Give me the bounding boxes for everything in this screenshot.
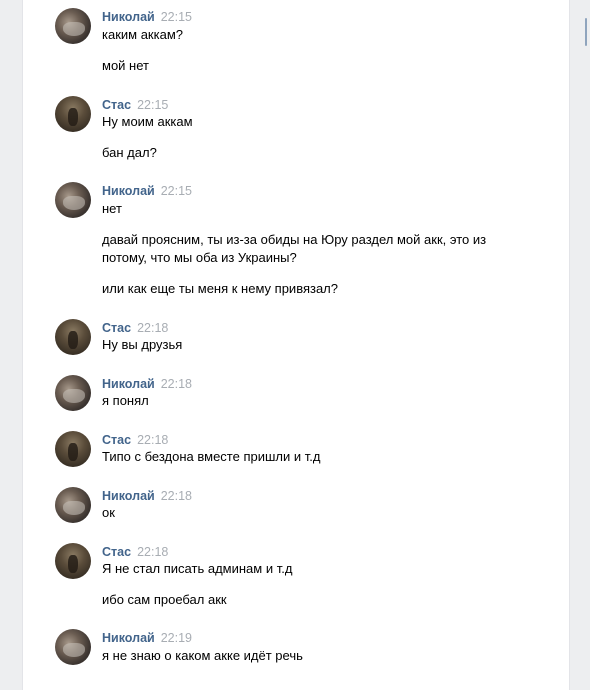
message-header: Стас 22:15 — [102, 97, 168, 113]
message-text: бан дал? — [102, 145, 157, 160]
message-time[interactable]: 22:18 — [137, 433, 168, 447]
message-time[interactable]: 22:15 — [161, 184, 192, 198]
message-header: Николай 22:15 — [102, 183, 192, 199]
message-text: давай проясним, ты из-за обиды на Юру ра… — [102, 232, 487, 265]
avatar[interactable] — [55, 8, 91, 44]
sender-name[interactable]: Николай — [102, 10, 155, 24]
sender-name[interactable]: Николай — [102, 489, 155, 503]
sender-name[interactable]: Николай — [102, 377, 155, 391]
message-text: Ну моим аккам — [102, 114, 193, 129]
message-text: я понял — [102, 393, 149, 408]
avatar[interactable] — [55, 543, 91, 579]
message-header: Стас 22:18 — [102, 320, 168, 336]
message-header: Стас 22:18 — [102, 432, 168, 448]
sender-name[interactable]: Стас — [102, 321, 131, 335]
sender-name[interactable]: Стас — [102, 98, 131, 112]
sender-name[interactable]: Стас — [102, 433, 131, 447]
sender-name[interactable]: Стас — [102, 545, 131, 559]
sender-name[interactable]: Николай — [102, 631, 155, 645]
avatar[interactable] — [55, 431, 91, 467]
message-header: Николай 22:19 — [102, 630, 192, 646]
message-header: Стас 22:18 — [102, 544, 168, 560]
avatar[interactable] — [55, 182, 91, 218]
sender-name[interactable]: Николай — [102, 184, 155, 198]
scrollbar-track[interactable] — [582, 0, 590, 690]
message-time[interactable]: 22:18 — [137, 545, 168, 559]
message-time[interactable]: 22:15 — [161, 10, 192, 24]
message-text: ок — [102, 505, 115, 520]
avatar[interactable] — [55, 629, 91, 665]
message-text: или как еще ты меня к нему привязал? — [102, 281, 338, 296]
message-text: каким аккам? — [102, 27, 183, 42]
message-time[interactable]: 22:18 — [137, 321, 168, 335]
avatar[interactable] — [55, 487, 91, 523]
message-text: ибо сам проебал акк — [102, 592, 227, 607]
message-text: я не знаю о каком акке идёт речь — [102, 648, 303, 663]
message-header: Николай 22:18 — [102, 376, 192, 392]
message-text: Типо с бездона вместе пришли и т.д — [102, 449, 321, 464]
message-header: Николай 22:15 — [102, 9, 192, 25]
message-time[interactable]: 22:19 — [161, 631, 192, 645]
avatar[interactable] — [55, 96, 91, 132]
avatar[interactable] — [55, 375, 91, 411]
avatar[interactable] — [55, 319, 91, 355]
message-time[interactable]: 22:15 — [137, 98, 168, 112]
message-text: Ну вы друзья — [102, 337, 183, 352]
scrollbar-thumb[interactable] — [585, 18, 587, 46]
message-time[interactable]: 22:18 — [161, 377, 192, 391]
chat-panel: Николай 22:15 каким аккам? мой нет Стас 22… — [22, 0, 570, 690]
message-text: нет — [102, 201, 122, 216]
message-header: Николай 22:18 — [102, 488, 192, 504]
message-text: мой нет — [102, 58, 149, 73]
message-time[interactable]: 22:18 — [161, 489, 192, 503]
message-text: Я не стал писать админам и т.д — [102, 561, 293, 576]
